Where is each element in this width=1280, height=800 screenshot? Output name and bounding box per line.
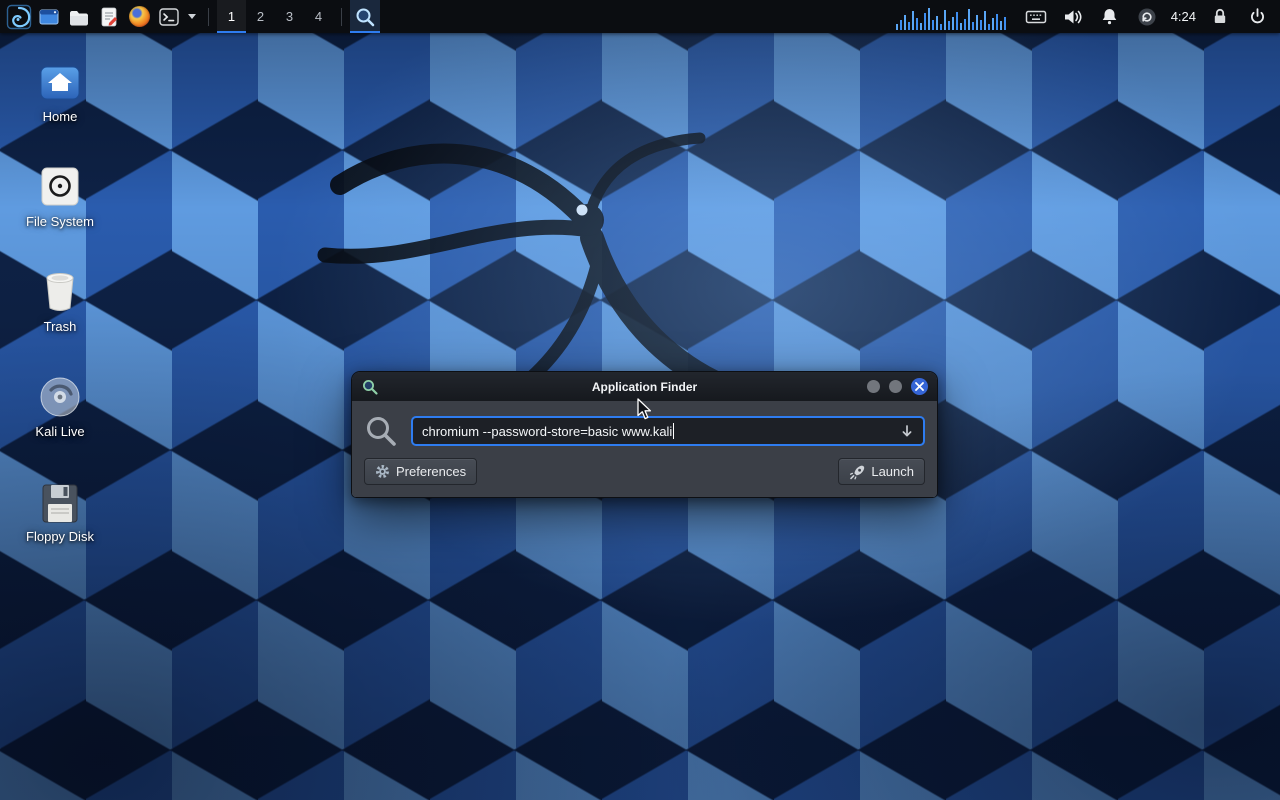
preferences-label: Preferences	[396, 464, 466, 479]
folder-icon	[68, 6, 90, 28]
desktop-icon-label: Trash	[44, 319, 77, 334]
launch-button[interactable]: Launch	[838, 458, 925, 485]
workspace-label: 3	[286, 9, 293, 24]
desktop-icon-trash[interactable]: Trash	[14, 266, 106, 334]
preferences-button[interactable]: Preferences	[364, 458, 477, 485]
floppy-icon	[38, 482, 82, 524]
panel-separator	[208, 8, 209, 26]
desktop-icon-home[interactable]: Home	[14, 56, 106, 124]
launcher-window-manager[interactable]	[34, 0, 64, 33]
firefox-icon	[129, 6, 150, 27]
workspace-button-3[interactable]: 3	[275, 0, 304, 33]
search-icon	[354, 6, 376, 28]
text-caret	[673, 423, 674, 439]
gear-icon	[375, 464, 390, 479]
chevron-down-icon	[188, 14, 196, 19]
desktop-icon-label: Home	[43, 109, 78, 124]
search-icon-large	[364, 414, 398, 448]
workspace-button-4[interactable]: 4	[304, 0, 333, 33]
panel-separator	[341, 8, 342, 26]
history-dropdown-button[interactable]	[900, 424, 914, 438]
window-icon	[38, 6, 60, 28]
workspace-label: 2	[257, 9, 264, 24]
document-icon	[98, 6, 120, 28]
power-icon	[1248, 7, 1267, 26]
close-icon	[915, 382, 924, 391]
disc-icon	[38, 375, 82, 419]
desktop-icon-label: Floppy Disk	[26, 529, 94, 544]
workspace-label: 4	[315, 9, 322, 24]
terminal-dropdown-button[interactable]	[184, 0, 200, 33]
keyboard-indicator[interactable]	[1021, 0, 1051, 33]
lock-icon	[1211, 7, 1229, 26]
desktop-icon-file-system[interactable]: File System	[14, 161, 106, 229]
trash-icon	[38, 268, 82, 314]
audio-visualizer[interactable]	[896, 4, 1014, 30]
desktop-icon-column: Home File System Trash	[14, 56, 106, 581]
launcher-text-editor[interactable]	[94, 0, 124, 33]
notifications[interactable]	[1095, 0, 1125, 33]
window-title: Application Finder	[352, 380, 937, 394]
launcher-terminal[interactable]	[154, 0, 184, 33]
desktop-icon-label: Kali Live	[35, 424, 84, 439]
logout-button[interactable]	[1242, 0, 1272, 33]
minimize-button[interactable]	[867, 380, 880, 393]
titlebar[interactable]: Application Finder	[352, 372, 937, 401]
command-input[interactable]: chromium --password-store=basic www.kali	[411, 416, 925, 446]
home-icon	[38, 62, 82, 104]
window-title-icon	[361, 378, 379, 396]
close-button[interactable]	[911, 378, 928, 395]
drive-icon	[38, 165, 82, 209]
kali-dragon-art	[270, 80, 890, 600]
maximize-button[interactable]	[889, 380, 902, 393]
desktop-icon-kali-live[interactable]: Kali Live	[14, 371, 106, 439]
launcher-file-manager[interactable]	[64, 0, 94, 33]
application-finder-launcher[interactable]	[350, 0, 380, 33]
desktop-screen: 1 2 3 4	[0, 0, 1280, 800]
lock-indicator[interactable]	[1205, 0, 1235, 33]
kali-logo-icon	[6, 4, 32, 30]
command-text: chromium --password-store=basic www.kali	[422, 424, 672, 439]
volume-control[interactable]	[1058, 0, 1088, 33]
bell-icon	[1100, 7, 1119, 26]
terminal-icon	[158, 6, 180, 28]
launch-label: Launch	[871, 464, 914, 479]
updates-indicator[interactable]	[1132, 0, 1162, 33]
launcher-firefox[interactable]	[124, 0, 154, 33]
workspace-button-1[interactable]: 1	[217, 0, 246, 33]
desktop-icon-label: File System	[26, 214, 94, 229]
keyboard-icon	[1025, 8, 1047, 26]
launch-rocket-icon	[849, 464, 865, 480]
application-finder-window: Application Finder chromium --password-s…	[351, 371, 938, 498]
clock[interactable]: 4:24	[1169, 9, 1198, 24]
workspace-label: 1	[228, 9, 235, 24]
refresh-circle-icon	[1137, 7, 1157, 27]
desktop-icon-floppy-disk[interactable]: Floppy Disk	[14, 476, 106, 544]
kali-menu-button[interactable]	[4, 0, 34, 33]
arrow-down-icon	[900, 424, 914, 438]
speaker-icon	[1063, 8, 1083, 26]
workspace-button-2[interactable]: 2	[246, 0, 275, 33]
top-panel: 1 2 3 4	[0, 0, 1280, 33]
